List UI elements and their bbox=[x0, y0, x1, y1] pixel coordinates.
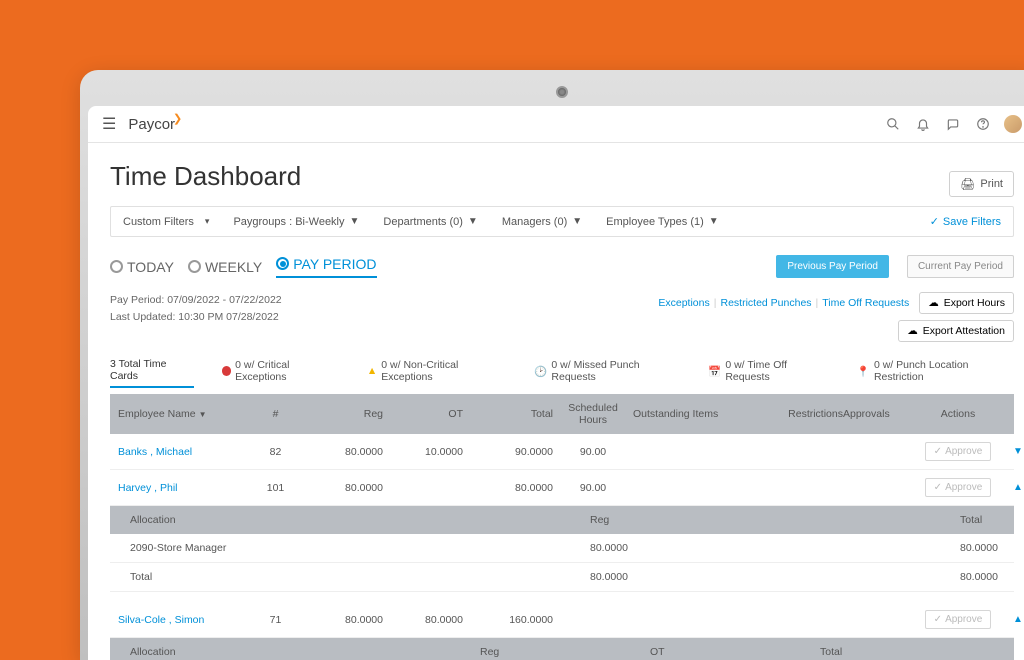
col-outstanding[interactable]: Outstanding Items bbox=[633, 408, 753, 420]
employee-types-filter[interactable]: Employee Types (1)▼ bbox=[606, 216, 719, 228]
col-actions[interactable]: Actions bbox=[913, 408, 1003, 420]
col-employee-name[interactable]: Employee Name▼ bbox=[118, 408, 248, 420]
managers-filter[interactable]: Managers (0)▼ bbox=[502, 216, 582, 228]
pin-icon: 📍 bbox=[857, 365, 870, 378]
search-icon[interactable] bbox=[884, 115, 902, 133]
departments-filter[interactable]: Departments (0)▼ bbox=[383, 216, 477, 228]
custom-filters-dropdown[interactable]: Custom Filters▾ bbox=[123, 216, 209, 228]
allocation-row: Total 80.0000 80.0000 bbox=[110, 563, 1014, 592]
col-approvals[interactable]: Approvals bbox=[843, 408, 913, 420]
avatar-icon[interactable] bbox=[1004, 115, 1022, 133]
previous-pay-period-button[interactable]: Previous Pay Period bbox=[776, 255, 889, 278]
col-ot[interactable]: OT bbox=[383, 408, 463, 420]
col-restrictions[interactable]: Restrictions bbox=[753, 408, 843, 420]
current-pay-period-button[interactable]: Current Pay Period bbox=[907, 255, 1014, 278]
filter-icon: ▼ bbox=[350, 216, 360, 227]
summary-tabs: 3 Total Time Cards 0 w/ Critical Excepti… bbox=[110, 358, 1014, 388]
employee-link[interactable]: Harvey , Phil bbox=[118, 482, 248, 494]
pay-period-range: Pay Period: 07/09/2022 - 07/22/2022 bbox=[110, 292, 282, 309]
calendar-icon: 📅 bbox=[708, 365, 721, 378]
check-icon: ✓ bbox=[934, 446, 942, 457]
cloud-icon: ☁ bbox=[907, 325, 918, 337]
device-camera bbox=[556, 86, 568, 98]
allocation-header: Allocation Reg Total bbox=[110, 506, 1014, 534]
tab-weekly[interactable]: WEEKLY bbox=[188, 259, 262, 275]
export-attestation-button[interactable]: ☁ Export Attestation bbox=[898, 320, 1014, 342]
red-dot-icon bbox=[222, 366, 232, 376]
export-hours-button[interactable]: ☁ Export Hours bbox=[919, 292, 1014, 314]
tab-today[interactable]: TODAY bbox=[110, 259, 174, 275]
approve-button[interactable]: ✓Approve bbox=[925, 442, 992, 461]
table-row: Silva-Cole , Simon 71 80.0000 80.0000 16… bbox=[110, 602, 1014, 638]
filter-icon: ▼ bbox=[468, 216, 478, 227]
col-total[interactable]: Total bbox=[463, 408, 553, 420]
approve-button[interactable]: ✓Approve bbox=[925, 610, 992, 629]
print-icon: 🖨 bbox=[960, 177, 975, 191]
collapse-toggle[interactable]: ▲ bbox=[1003, 614, 1024, 625]
col-number[interactable]: # bbox=[248, 408, 303, 420]
employee-link[interactable]: Banks , Michael bbox=[118, 446, 248, 458]
summary-timeoff[interactable]: 📅0 w/ Time Off Requests bbox=[708, 359, 829, 387]
warning-icon: ▲ bbox=[367, 365, 377, 377]
table-row: Harvey , Phil 101 80.0000 80.0000 90.00 … bbox=[110, 470, 1014, 506]
brand-swoosh-icon: ❯ bbox=[173, 112, 182, 125]
help-icon[interactable] bbox=[974, 115, 992, 133]
check-icon: ✓ bbox=[934, 482, 942, 493]
time-off-requests-link[interactable]: Time Off Requests bbox=[822, 297, 909, 309]
summary-total[interactable]: 3 Total Time Cards bbox=[110, 358, 194, 388]
brand-logo: Paycor ❯ bbox=[128, 116, 184, 133]
check-icon: ✓ bbox=[934, 614, 942, 625]
sort-desc-icon: ▼ bbox=[199, 410, 207, 419]
col-scheduled[interactable]: Scheduled Hours bbox=[553, 402, 633, 426]
cloud-icon: ☁ bbox=[928, 297, 939, 309]
summary-location[interactable]: 📍0 w/ Punch Location Restriction bbox=[857, 359, 1014, 387]
restricted-punches-link[interactable]: Restricted Punches bbox=[720, 297, 811, 309]
chat-icon[interactable] bbox=[944, 115, 962, 133]
page-title: Time Dashboard bbox=[110, 161, 301, 192]
chevron-down-icon: ▾ bbox=[205, 216, 210, 227]
allocation-header-2: Allocation Reg OT Total bbox=[110, 638, 1014, 660]
hamburger-menu-icon[interactable]: ☰ bbox=[102, 114, 116, 134]
paygroups-filter[interactable]: Paygroups : Bi-Weekly▼ bbox=[233, 216, 359, 228]
expand-toggle[interactable]: ▼ bbox=[1003, 446, 1024, 457]
notifications-icon[interactable] bbox=[914, 115, 932, 133]
check-icon: ✓ bbox=[930, 215, 939, 228]
table-row: Banks , Michael 82 80.0000 10.0000 90.00… bbox=[110, 434, 1014, 470]
radio-icon bbox=[188, 260, 201, 273]
summary-missed[interactable]: 🕑0 w/ Missed Punch Requests bbox=[534, 359, 680, 387]
summary-critical[interactable]: 0 w/ Critical Exceptions bbox=[222, 359, 339, 387]
clock-icon: 🕑 bbox=[534, 365, 547, 378]
summary-noncritical[interactable]: ▲0 w/ Non-Critical Exceptions bbox=[367, 359, 506, 387]
collapse-toggle[interactable]: ▲ bbox=[1003, 482, 1024, 493]
employee-link[interactable]: Silva-Cole , Simon bbox=[118, 614, 248, 626]
filter-bar: Custom Filters▾ Paygroups : Bi-Weekly▼ D… bbox=[110, 206, 1014, 237]
radio-icon bbox=[110, 260, 123, 273]
print-button[interactable]: 🖨 Print bbox=[949, 171, 1014, 197]
exceptions-link[interactable]: Exceptions bbox=[658, 297, 709, 309]
top-bar: ☰ Paycor ❯ bbox=[88, 106, 1024, 143]
radio-icon bbox=[276, 257, 289, 270]
approve-button[interactable]: ✓Approve bbox=[925, 478, 992, 497]
table-header-row: Employee Name▼ # Reg OT Total Scheduled … bbox=[110, 394, 1014, 434]
last-updated: Last Updated: 10:30 PM 07/28/2022 bbox=[110, 309, 282, 326]
allocation-row: 2090-Store Manager 80.0000 80.0000 bbox=[110, 534, 1014, 563]
filter-icon: ▼ bbox=[572, 216, 582, 227]
tab-pay-period[interactable]: PAY PERIOD bbox=[276, 256, 376, 278]
col-reg[interactable]: Reg bbox=[303, 408, 383, 420]
filter-icon: ▼ bbox=[709, 216, 719, 227]
brand-name: Paycor bbox=[128, 116, 175, 133]
save-filters-button[interactable]: ✓ Save Filters bbox=[930, 215, 1001, 228]
